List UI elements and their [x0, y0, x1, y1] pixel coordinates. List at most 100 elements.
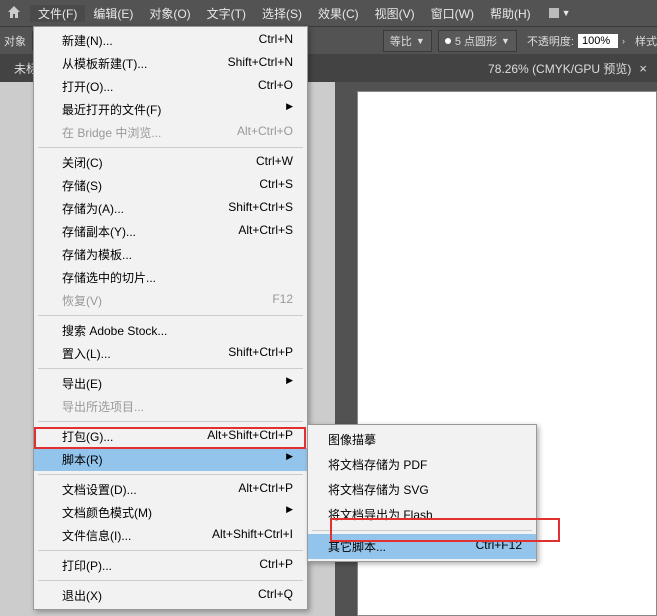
menu-item: 恢复(V) F12 [34, 289, 307, 312]
menu-item-label: 将文档存储为 PDF [328, 456, 427, 473]
menu-item: 在 Bridge 中浏览... Alt+Ctrl+O [34, 121, 307, 144]
menu-item-label: 其它脚本... [328, 538, 386, 555]
menu-window[interactable]: 窗口(W) [423, 5, 482, 22]
object-label: 对象 [4, 33, 26, 49]
menu-item[interactable]: 其它脚本... Ctrl+F12 [308, 534, 536, 559]
menu-item-shortcut: Shift+Ctrl+S [228, 200, 293, 217]
menu-item-shortcut: Ctrl+S [259, 177, 293, 194]
dot-icon [445, 38, 451, 44]
menu-item[interactable]: 退出(X) Ctrl+Q [34, 584, 307, 607]
menu-effect[interactable]: 效果(C) [310, 5, 367, 22]
menu-item[interactable]: 将文档存储为 PDF [308, 452, 536, 477]
menu-item-shortcut: Alt+Shift+Ctrl+P [207, 428, 293, 445]
separator [38, 315, 303, 316]
menu-item-label: 将文档存储为 SVG [328, 481, 429, 498]
menu-item[interactable]: 将文档存储为 SVG [308, 477, 536, 502]
separator [38, 421, 303, 422]
separator [38, 550, 303, 551]
submenu-arrow-icon: ▶ [286, 504, 293, 521]
menu-item-label: 关闭(C) [62, 154, 103, 171]
menu-help[interactable]: 帮助(H) [482, 5, 539, 22]
script-submenu: 图像描摹将文档存储为 PDF 将文档存储为 SVG 将文档导出为 Flash 其它脚本… [307, 424, 537, 562]
menu-item: 导出所选项目... [34, 395, 307, 418]
menu-item[interactable]: 文档颜色模式(M) ▶ [34, 501, 307, 524]
menu-item-shortcut: Ctrl+W [256, 154, 293, 171]
menu-object[interactable]: 对象(O) [141, 5, 198, 22]
opacity-input[interactable]: 100% [578, 34, 618, 48]
stroke-dropdown[interactable]: 5 点圆形▼ [438, 30, 517, 52]
menu-select[interactable]: 选择(S) [254, 5, 310, 22]
separator [38, 580, 303, 581]
menu-item-shortcut: Alt+Ctrl+P [238, 481, 293, 498]
menu-item-label: 置入(L)... [62, 345, 111, 362]
menu-item-shortcut: Ctrl+F12 [476, 538, 522, 555]
menu-item-label: 搜索 Adobe Stock... [62, 322, 167, 339]
menu-item-label: 存储选中的切片... [62, 269, 156, 286]
submenu-arrow-icon: ▶ [286, 101, 293, 118]
menu-item[interactable]: 从模板新建(T)... Shift+Ctrl+N [34, 52, 307, 75]
menu-item[interactable]: 打印(P)... Ctrl+P [34, 554, 307, 577]
opacity-label: 不透明度: [527, 33, 574, 49]
separator [312, 530, 532, 531]
stroke-label: 5 点圆形 [455, 33, 497, 49]
menu-item-label: 脚本(R) [62, 451, 103, 468]
menu-type[interactable]: 文字(T) [199, 5, 254, 22]
menu-item-shortcut: Ctrl+P [259, 557, 293, 574]
menu-item-label: 打印(P)... [62, 557, 112, 574]
menu-item-label: 导出所选项目... [62, 398, 144, 415]
menu-item-shortcut: Shift+Ctrl+P [228, 345, 293, 362]
menu-item-label: 存储副本(Y)... [62, 223, 136, 240]
scale-label: 等比 [390, 33, 412, 49]
separator [38, 474, 303, 475]
menu-edit[interactable]: 编辑(E) [85, 5, 141, 22]
menu-item[interactable]: 脚本(R) ▶ [34, 448, 307, 471]
menu-item-label: 文档设置(D)... [62, 481, 137, 498]
menu-item[interactable]: 存储选中的切片... [34, 266, 307, 289]
menu-item[interactable]: 搜索 Adobe Stock... [34, 319, 307, 342]
menu-item-label: 导出(E) [62, 375, 102, 392]
menu-item[interactable]: 打开(O)...Ctrl+O [34, 75, 307, 98]
menu-item[interactable]: 图像描摹 [308, 427, 536, 452]
menu-item-label: 在 Bridge 中浏览... [62, 124, 161, 141]
submenu-arrow-icon: ▶ [286, 375, 293, 392]
menu-item[interactable]: 存储为(A)...Shift+Ctrl+S [34, 197, 307, 220]
menu-item-shortcut: Alt+Ctrl+O [237, 124, 293, 141]
menu-item-label: 打开(O)... [62, 78, 113, 95]
chevron-icon[interactable]: › [622, 36, 625, 46]
layout-icon[interactable]: ▼ [549, 8, 571, 18]
menu-item[interactable]: 新建(N)...Ctrl+N [34, 29, 307, 52]
menu-item[interactable]: 存储为模板... [34, 243, 307, 266]
close-icon[interactable]: × [639, 61, 647, 76]
menu-item[interactable]: 文件信息(I)...Alt+Shift+Ctrl+I [34, 524, 307, 547]
scale-dropdown[interactable]: 等比▼ [383, 30, 432, 52]
separator [38, 368, 303, 369]
menu-item[interactable]: 关闭(C) Ctrl+W [34, 151, 307, 174]
menu-item[interactable]: 存储(S) Ctrl+S [34, 174, 307, 197]
menu-item-label: 存储(S) [62, 177, 102, 194]
style-label: 样式 [635, 33, 657, 49]
menu-item[interactable]: 导出(E) ▶ [34, 372, 307, 395]
menu-item[interactable]: 打包(G)...Alt+Shift+Ctrl+P [34, 425, 307, 448]
menu-item[interactable]: 存储副本(Y)...Alt+Ctrl+S [34, 220, 307, 243]
separator [38, 147, 303, 148]
menu-item[interactable]: 最近打开的文件(F) ▶ [34, 98, 307, 121]
menu-item-label: 最近打开的文件(F) [62, 101, 161, 118]
menu-item-label: 恢复(V) [62, 292, 102, 309]
menu-item-shortcut: Shift+Ctrl+N [228, 55, 293, 72]
document-tab-info[interactable]: 78.26% (CMYK/GPU 预览) × [478, 56, 657, 81]
menu-item-label: 将文档导出为 Flash [328, 506, 433, 523]
menu-file[interactable]: 文件(F) [30, 5, 85, 22]
menu-item-shortcut: Ctrl+Q [258, 587, 293, 604]
menu-item-label: 从模板新建(T)... [62, 55, 147, 72]
menu-item-label: 退出(X) [62, 587, 102, 604]
menu-view[interactable]: 视图(V) [367, 5, 423, 22]
home-icon[interactable] [6, 4, 22, 23]
menu-item-label: 图像描摹 [328, 431, 376, 448]
menu-item-label: 文件信息(I)... [62, 527, 131, 544]
menu-item[interactable]: 将文档导出为 Flash [308, 502, 536, 527]
menu-item-shortcut: F12 [272, 292, 293, 309]
menu-item-label: 文档颜色模式(M) [62, 504, 152, 521]
menu-item[interactable]: 置入(L)... Shift+Ctrl+P [34, 342, 307, 365]
submenu-arrow-icon: ▶ [286, 451, 293, 468]
menu-item[interactable]: 文档设置(D)... Alt+Ctrl+P [34, 478, 307, 501]
